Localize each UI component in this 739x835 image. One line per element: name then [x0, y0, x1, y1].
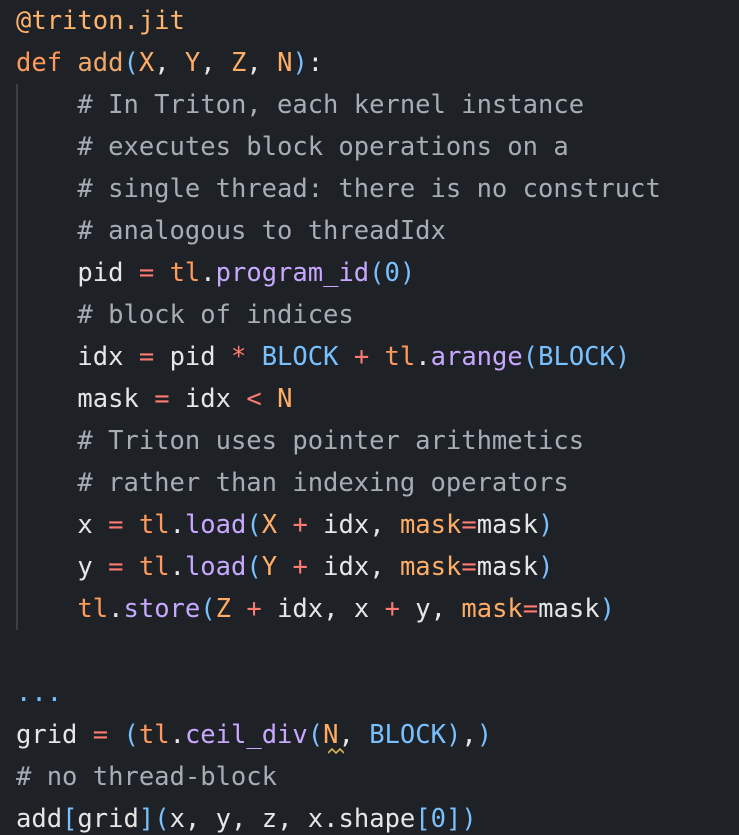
code-line: ...	[16, 678, 63, 708]
code-line: idx = pid * BLOCK + tl.arange(BLOCK)	[77, 342, 631, 372]
code-line: # executes block operations on a	[77, 132, 569, 162]
code-line: y = tl.load(Y + idx, mask=mask)	[77, 552, 554, 582]
code-line: grid = (tl.ceil_div(N, BLOCK),)	[16, 720, 493, 750]
code-line: add[grid](x, y, z, x.shape[0])	[16, 804, 477, 834]
code-line: x = tl.load(X + idx, mask=mask)	[77, 510, 554, 540]
code-editor[interactable]: @triton.jit def add(X, Y, Z, N): # In Tri…	[0, 0, 739, 835]
warning-squiggle-icon	[328, 747, 344, 755]
code-line: @triton.jit	[16, 6, 185, 36]
code-line: # In Triton, each kernel instance	[77, 90, 585, 120]
code-line: mask = idx < N	[77, 384, 293, 414]
code-line: # block of indices	[77, 300, 354, 330]
code-line: # single thread: there is no construct	[77, 174, 661, 204]
code-line: # rather than indexing operators	[77, 468, 569, 498]
code-line: def add(X, Y, Z, N):	[16, 48, 324, 78]
code-line: # Triton uses pointer arithmetics	[77, 426, 585, 456]
code-line: pid = tl.program_id(0)	[77, 258, 416, 288]
code-line: # analogous to threadIdx	[77, 216, 446, 246]
code-line: tl.store(Z + idx, x + y, mask=mask)	[77, 594, 615, 624]
code-line: # no thread-block	[16, 762, 277, 792]
